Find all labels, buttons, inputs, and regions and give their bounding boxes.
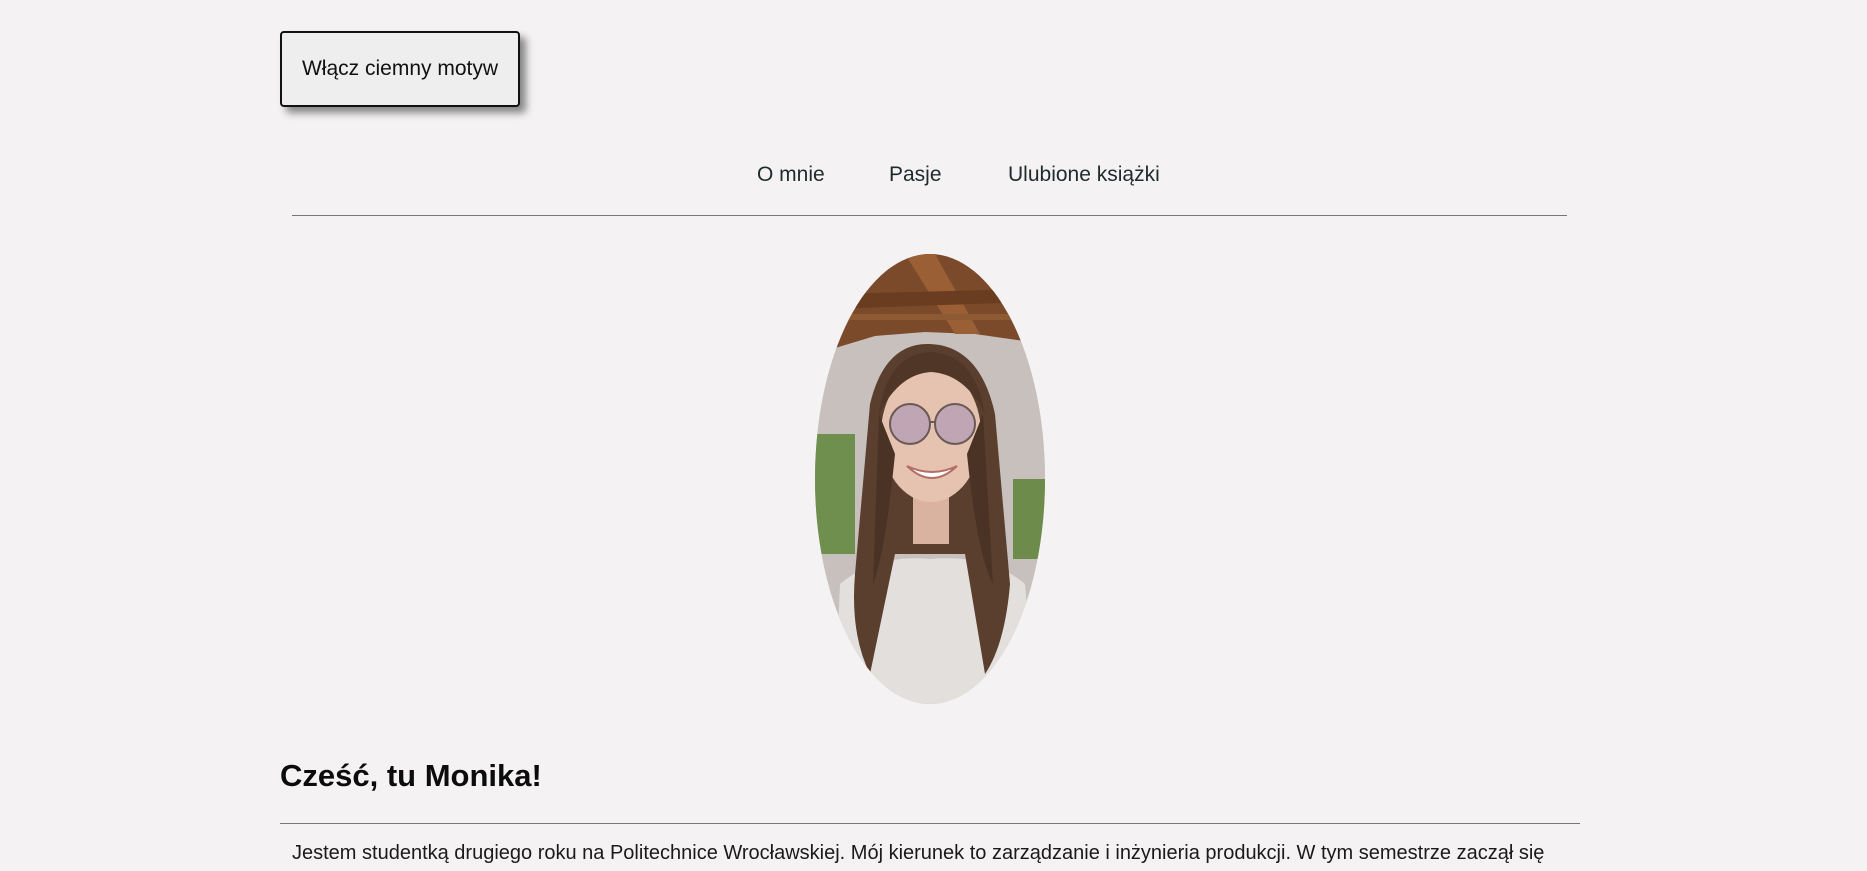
dark-theme-toggle-button[interactable]: Włącz ciemny motyw: [280, 31, 520, 107]
nav-link-ulubione-ksiazki[interactable]: Ulubione książki: [1008, 163, 1160, 187]
page: Włącz ciemny motyw O mnie Pasje Ulubione…: [0, 0, 1867, 871]
nav-link-pasje[interactable]: Pasje: [889, 163, 942, 187]
main-nav: O mnie Pasje Ulubione książki: [292, 150, 1567, 216]
profile-photo: [815, 254, 1045, 704]
intro-paragraph: Jestem studentką drugiego roku na Polite…: [292, 842, 1545, 864]
section-divider: [280, 823, 1580, 824]
profile-photo-illustration: [815, 254, 1045, 704]
nav-link-o-mnie[interactable]: O mnie: [757, 163, 825, 187]
page-heading: Cześć, tu Monika!: [280, 758, 542, 793]
